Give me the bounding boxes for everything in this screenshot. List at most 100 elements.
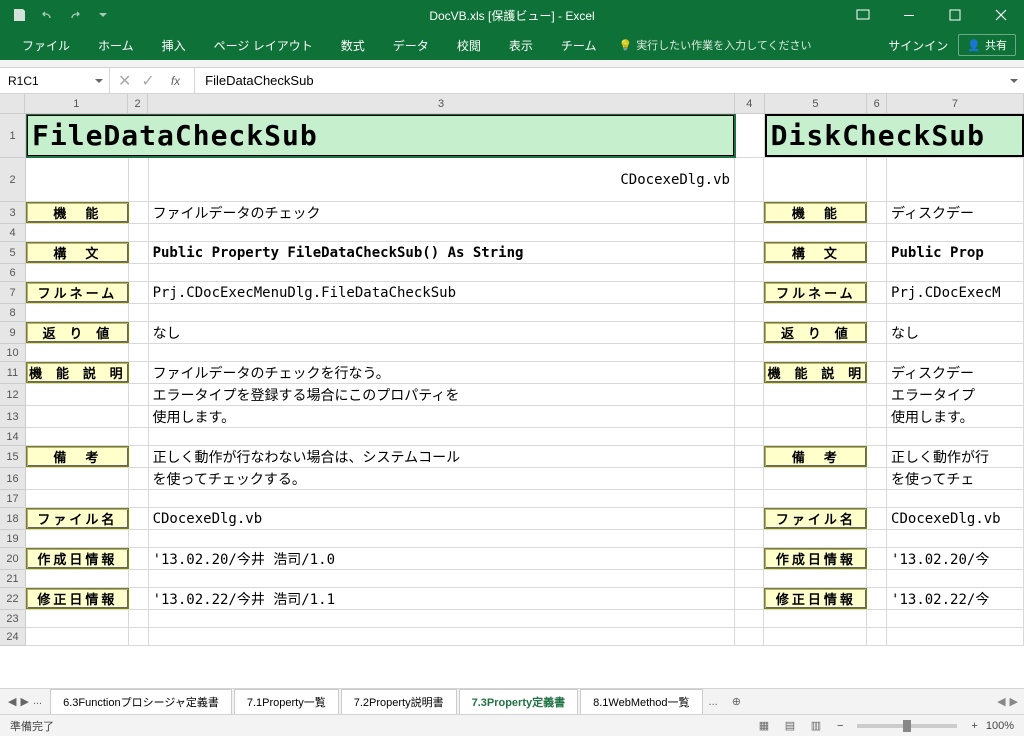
cont[interactable]: 使用します。 bbox=[149, 406, 735, 427]
label-fullname[interactable]: フルネーム bbox=[26, 282, 129, 303]
value2-fullname[interactable]: Prj.CDocExecM bbox=[887, 282, 1024, 303]
tab-insert[interactable]: 挿入 bbox=[148, 30, 200, 60]
tab-pagelayout[interactable]: ページ レイアウト bbox=[200, 30, 327, 60]
value2-note[interactable]: 正しく動作が行 bbox=[887, 446, 1024, 467]
cell[interactable] bbox=[129, 570, 149, 587]
row-header[interactable]: 20 bbox=[0, 548, 25, 570]
redo-icon[interactable] bbox=[66, 6, 84, 24]
cell[interactable] bbox=[887, 628, 1024, 645]
cell[interactable] bbox=[129, 202, 149, 223]
cell[interactable] bbox=[735, 570, 765, 587]
fx-icon[interactable]: fx bbox=[165, 74, 186, 88]
value-func[interactable]: ファイルデータのチェック bbox=[149, 202, 735, 223]
cell[interactable] bbox=[867, 628, 887, 645]
cell[interactable] bbox=[129, 224, 149, 241]
cell[interactable] bbox=[867, 428, 887, 445]
cell[interactable] bbox=[867, 264, 887, 281]
spreadsheet-grid[interactable]: 1234567 12345678910111213141516171819202… bbox=[0, 94, 1024, 688]
value2-file[interactable]: CDocexeDlg.vb bbox=[887, 508, 1024, 529]
cell[interactable] bbox=[887, 224, 1024, 241]
cancel-icon[interactable]: ✕ bbox=[118, 71, 131, 91]
formula-bar[interactable]: FileDataCheckSub bbox=[195, 68, 1024, 93]
cell[interactable] bbox=[867, 158, 887, 201]
row-header[interactable]: 14 bbox=[0, 428, 25, 446]
cell[interactable] bbox=[149, 264, 735, 281]
tab-home[interactable]: ホーム bbox=[84, 30, 148, 60]
cell[interactable] bbox=[867, 304, 887, 321]
value2-created[interactable]: '13.02.20/今 bbox=[887, 548, 1024, 569]
tab-nav-next-icon[interactable]: ▶ bbox=[20, 695, 28, 708]
cell[interactable] bbox=[887, 530, 1024, 547]
zoom-out-icon[interactable]: − bbox=[837, 720, 843, 732]
value2-desc[interactable]: ディスクデー bbox=[887, 362, 1024, 383]
value-file[interactable]: CDocexeDlg.vb bbox=[149, 508, 735, 529]
view-pagebreak-icon[interactable]: ▥ bbox=[803, 716, 829, 736]
sheet-tab[interactable]: 6.3Functionプロシージャ定義書 bbox=[50, 689, 232, 716]
value-syntax[interactable]: Public Property FileDataCheckSub() As St… bbox=[149, 242, 735, 263]
cell[interactable] bbox=[867, 490, 887, 507]
cell[interactable] bbox=[26, 344, 129, 361]
hscroll-left-icon[interactable]: ◀ bbox=[997, 695, 1005, 708]
cell[interactable] bbox=[149, 610, 735, 627]
row-header[interactable]: 9 bbox=[0, 322, 25, 344]
label-return[interactable]: 返 り 値 bbox=[26, 322, 129, 343]
cell[interactable] bbox=[129, 446, 149, 467]
cell[interactable] bbox=[887, 304, 1024, 321]
cell[interactable] bbox=[867, 508, 887, 529]
value2-modified[interactable]: '13.02.22/今 bbox=[887, 588, 1024, 609]
cell[interactable] bbox=[764, 628, 867, 645]
value-modified[interactable]: '13.02.22/今井 浩司/1.1 bbox=[149, 588, 735, 609]
qat-dropdown-icon[interactable] bbox=[94, 6, 112, 24]
label2-note[interactable]: 備 考 bbox=[764, 446, 867, 467]
cell[interactable] bbox=[735, 384, 765, 405]
cell[interactable] bbox=[735, 588, 765, 609]
cell[interactable] bbox=[867, 362, 887, 383]
value2-func[interactable]: ディスクデー bbox=[887, 202, 1024, 223]
cell[interactable] bbox=[735, 428, 765, 445]
cell[interactable] bbox=[735, 406, 765, 427]
cell[interactable] bbox=[735, 224, 765, 241]
cell[interactable] bbox=[887, 570, 1024, 587]
tab-data[interactable]: データ bbox=[379, 30, 443, 60]
label-desc[interactable]: 機 能 説 明 bbox=[26, 362, 129, 383]
label-file[interactable]: ファイル名 bbox=[26, 508, 129, 529]
cell[interactable] bbox=[129, 264, 149, 281]
cont2[interactable]: エラータイプ bbox=[887, 384, 1024, 405]
cell[interactable] bbox=[735, 610, 765, 627]
cell[interactable] bbox=[129, 158, 149, 201]
cell[interactable] bbox=[26, 530, 129, 547]
cell[interactable] bbox=[867, 446, 887, 467]
cell[interactable] bbox=[735, 362, 765, 383]
cell[interactable] bbox=[867, 570, 887, 587]
col-header[interactable]: 6 bbox=[867, 94, 887, 113]
hscroll-right-icon[interactable]: ▶ bbox=[1010, 695, 1018, 708]
cell[interactable] bbox=[149, 224, 735, 241]
cell[interactable] bbox=[735, 282, 765, 303]
cell[interactable] bbox=[735, 530, 765, 547]
title-cell-2[interactable]: DiskCheckSub bbox=[765, 114, 1024, 157]
cell[interactable] bbox=[735, 446, 765, 467]
value-return[interactable]: なし bbox=[149, 322, 735, 343]
row-header[interactable]: 3 bbox=[0, 202, 25, 224]
tab-nav-more[interactable]: ... bbox=[33, 695, 42, 708]
tab-nav-more2[interactable]: ... bbox=[703, 696, 724, 708]
sheet-tab[interactable]: 8.1WebMethod一覧 bbox=[580, 689, 702, 716]
ribbon-collapse-bar[interactable] bbox=[0, 60, 1024, 68]
cell[interactable] bbox=[735, 322, 765, 343]
cell[interactable] bbox=[735, 242, 765, 263]
cell[interactable] bbox=[149, 570, 735, 587]
col-header[interactable]: 7 bbox=[887, 94, 1024, 113]
cell[interactable] bbox=[129, 508, 149, 529]
cell[interactable] bbox=[867, 344, 887, 361]
cont2[interactable]: 使用します。 bbox=[887, 406, 1024, 427]
name-box[interactable]: R1C1 bbox=[0, 68, 110, 93]
value-created[interactable]: '13.02.20/今井 浩司/1.0 bbox=[149, 548, 735, 569]
cell[interactable] bbox=[735, 158, 765, 201]
row-header[interactable]: 10 bbox=[0, 344, 25, 362]
cont[interactable]: エラータイプを登録する場合にこのプロパティを bbox=[149, 384, 735, 405]
cont[interactable]: を使ってチェックする。 bbox=[149, 468, 735, 489]
cell[interactable] bbox=[887, 428, 1024, 445]
col-header[interactable]: 3 bbox=[148, 94, 735, 113]
label2-func[interactable]: 機 能 bbox=[764, 202, 867, 223]
col-header[interactable]: 4 bbox=[735, 94, 764, 113]
